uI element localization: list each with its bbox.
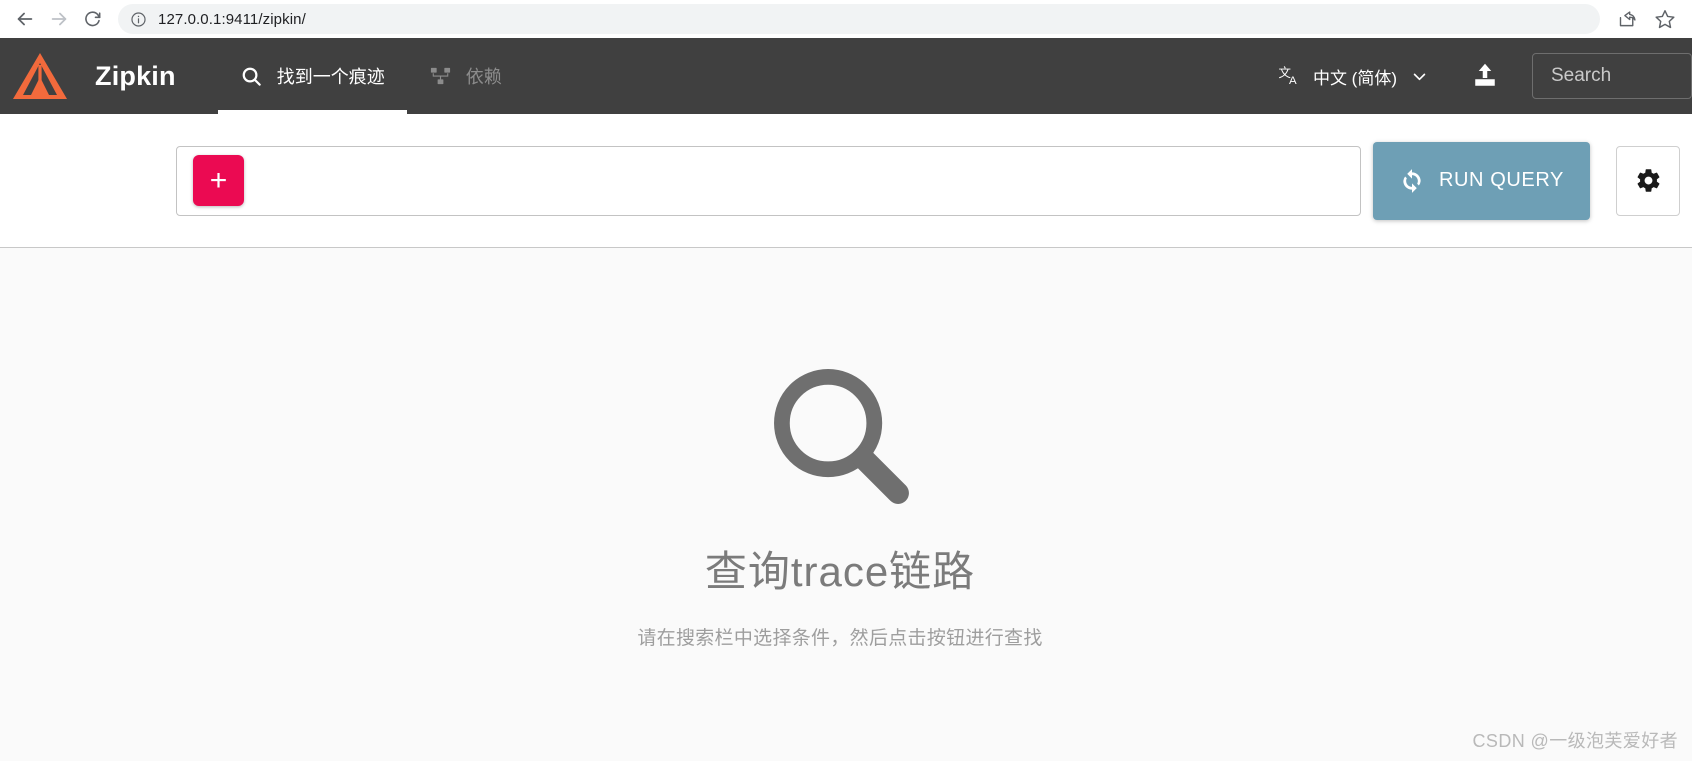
share-icon[interactable] [1608, 2, 1646, 36]
empty-state-subtitle: 请在搜索栏中选择条件，然后点击按钮进行查找 [637, 628, 1043, 649]
forward-button[interactable] [42, 2, 76, 36]
header-right-controls: 文 A 中文 (简体) Search [1274, 38, 1692, 114]
app-brand-title: Zipkin [95, 60, 176, 91]
watermark: CSDN @一级泡芙爱好者 [1472, 731, 1678, 751]
translate-icon: 文 A [1278, 64, 1303, 89]
header-tabs: 找到一个痕迹 依赖 [217, 38, 524, 114]
tab-label: 找到一个痕迹 [276, 67, 385, 87]
account-tree-icon [429, 65, 452, 88]
upload-button[interactable] [1466, 57, 1504, 95]
back-button[interactable] [8, 2, 42, 36]
tab-dependencies[interactable]: 依赖 [407, 38, 524, 114]
tab-label: 依赖 [465, 67, 502, 87]
zipkin-logo-icon[interactable] [9, 50, 71, 102]
browser-action-icons [1608, 2, 1684, 36]
settings-button[interactable] [1616, 145, 1680, 216]
browser-toolbar: 127.0.0.1:9411/zipkin/ [0, 0, 1692, 38]
search-icon [240, 65, 263, 88]
query-criteria-field[interactable]: + [176, 145, 1361, 216]
language-value: 中文 (简体) [1312, 68, 1397, 88]
empty-state: 查询trace链路 请在搜索栏中选择条件，然后点击按钮进行查找 [637, 351, 1042, 650]
empty-state-title: 查询trace链路 [704, 548, 976, 595]
app-header: Zipkin 找到一个痕迹 依赖 文 A 中文 (简体) Search [0, 38, 1692, 114]
main-content: 查询trace链路 请在搜索栏中选择条件，然后点击按钮进行查找 CSDN @一级… [0, 248, 1692, 761]
tab-find-a-trace[interactable]: 找到一个痕迹 [217, 38, 407, 114]
chevron-down-icon [1411, 68, 1428, 85]
reload-button[interactable] [76, 2, 110, 36]
svg-text:A: A [1289, 74, 1297, 86]
bookmark-star-icon[interactable] [1646, 2, 1684, 36]
sync-icon [1399, 168, 1425, 194]
run-query-button[interactable]: RUN QUERY [1372, 141, 1590, 220]
magnifier-icon [756, 351, 924, 524]
language-selector[interactable]: 文 A 中文 (简体) [1274, 58, 1432, 95]
address-bar[interactable]: 127.0.0.1:9411/zipkin/ [118, 4, 1600, 34]
url-text: 127.0.0.1:9411/zipkin/ [158, 10, 306, 28]
run-query-label: RUN QUERY [1438, 169, 1564, 191]
query-toolbar: + RUN QUERY [0, 114, 1692, 248]
add-criterion-button[interactable]: + [193, 155, 244, 206]
header-search-input[interactable]: Search [1532, 53, 1692, 99]
site-information-icon[interactable] [130, 11, 147, 28]
